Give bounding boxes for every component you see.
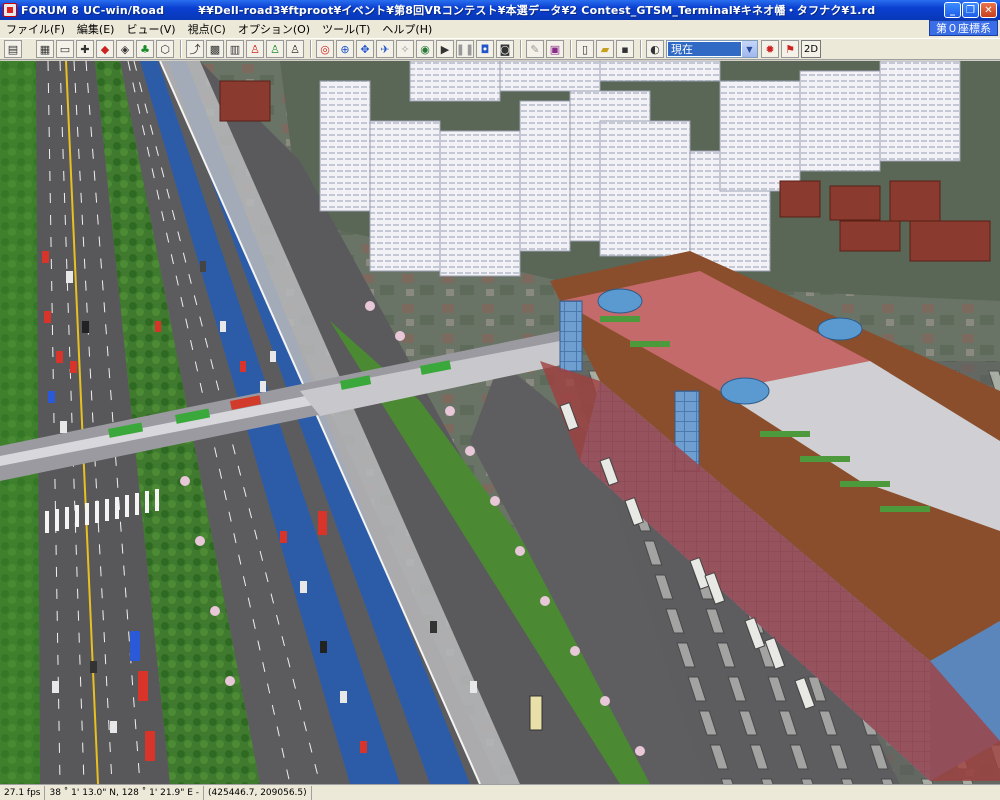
terrain-icon[interactable]: ▩ (206, 40, 224, 58)
view-2d-button[interactable]: 2D (801, 40, 821, 58)
car-drive-icon[interactable]: ◘ (476, 40, 494, 58)
person-red-icon[interactable]: ♙ (246, 40, 264, 58)
new-file-icon[interactable]: ▯ (576, 40, 594, 58)
minimize-button[interactable]: _ (944, 2, 961, 18)
time-select-value: 現在 (668, 42, 741, 56)
walk-icon[interactable]: ✧ (396, 40, 414, 58)
environment-icon[interactable]: ◐ (646, 40, 664, 58)
road-plan-icon[interactable]: ▦ (36, 40, 54, 58)
road-edit-icon[interactable]: ▤ (4, 40, 22, 58)
menu-file[interactable]: ファイル(F) (0, 21, 71, 37)
file-path: ¥¥Dell-road3¥ftproot¥イベント¥第8回VRコンテスト¥本選デ… (198, 4, 876, 17)
sign-icon[interactable]: ◈ (116, 40, 134, 58)
sun-icon[interactable]: ✹ (761, 40, 779, 58)
menu-tools[interactable]: ツール(T) (316, 21, 376, 37)
status-bar: 27.1 fps 38 ˚ 1' 13.0" N, 128 ˚ 1' 21.9"… (0, 784, 1000, 800)
toolbar: ▤ ▦ ▭ ✚ ◆ ◈ ♣ ⬡ ⤴ ▩ ▥ ♙ ♙ ♙ ◎ ⊕ ✥ ✈ ✧ ◉ … (0, 38, 1000, 60)
chevron-down-icon[interactable]: ▼ (742, 41, 757, 57)
app-icon[interactable] (3, 3, 17, 17)
person-walk-icon[interactable]: ♙ (266, 40, 284, 58)
toolbar-separator (640, 40, 642, 58)
window-title: FORUM 8 UC-win/Road ¥¥Dell-road3¥ftproot¥… (21, 2, 875, 18)
move-icon[interactable]: ✥ (356, 40, 374, 58)
toolbar-separator (570, 40, 572, 58)
globe-icon[interactable]: ◉ (416, 40, 434, 58)
latlon-readout: 38 ˚ 1' 13.0" N, 128 ˚ 1' 21.9" E - (45, 785, 205, 800)
maximize-button[interactable]: ❐ (962, 2, 979, 18)
toolbar-separator (180, 40, 182, 58)
open-folder-icon[interactable]: ▰ (596, 40, 614, 58)
app-title: FORUM 8 UC-win/Road (21, 4, 165, 17)
menu-options[interactable]: オプション(O) (232, 21, 316, 37)
flag-icon[interactable]: ⚑ (781, 40, 799, 58)
person-icon[interactable]: ♙ (286, 40, 304, 58)
title-bar: FORUM 8 UC-win/Road ¥¥Dell-road3¥ftproot¥… (0, 0, 1000, 20)
pause-icon[interactable]: ❚❚ (456, 40, 474, 58)
menu-view[interactable]: ビュー(V) (120, 21, 181, 37)
vehicle-icon[interactable]: ◆ (96, 40, 114, 58)
save-icon[interactable]: ▪ (616, 40, 634, 58)
scene-render (0, 61, 1000, 784)
menu-help[interactable]: ヘルプ(H) (376, 21, 438, 37)
menu-bar: ファイル(F) 編集(E) ビュー(V) 視点(C) オプション(O) ツール(… (0, 20, 1000, 38)
menu-viewpoint[interactable]: 視点(C) (182, 21, 232, 37)
close-button[interactable]: ✕ (980, 2, 997, 18)
toolbar-separator (520, 40, 522, 58)
navigate-icon[interactable]: ⊕ (336, 40, 354, 58)
target-icon[interactable]: ◎ (316, 40, 334, 58)
time-select[interactable]: 現在 ▼ (666, 40, 758, 58)
cross-section-icon[interactable]: ▭ (56, 40, 74, 58)
3d-viewport[interactable] (0, 61, 1000, 784)
record-icon[interactable]: ◙ (496, 40, 514, 58)
fly-icon[interactable]: ✈ (376, 40, 394, 58)
fps-readout: 27.1 fps (0, 785, 46, 800)
book-icon[interactable]: ▣ (546, 40, 564, 58)
xy-readout: (425446.7, 209056.5) (204, 785, 312, 800)
drive-path-icon[interactable]: ⤴ (186, 40, 204, 58)
texture-icon[interactable]: ▥ (226, 40, 244, 58)
script-icon[interactable]: ✎ (526, 40, 544, 58)
menu-edit[interactable]: 編集(E) (71, 21, 121, 37)
coordinate-system-indicator[interactable]: 第０座標系 (929, 20, 998, 36)
play-icon[interactable]: ▶ (436, 40, 454, 58)
intersection-icon[interactable]: ✚ (76, 40, 94, 58)
toolbar-separator (310, 40, 312, 58)
tree-icon[interactable]: ♣ (136, 40, 154, 58)
model-icon[interactable]: ⬡ (156, 40, 174, 58)
